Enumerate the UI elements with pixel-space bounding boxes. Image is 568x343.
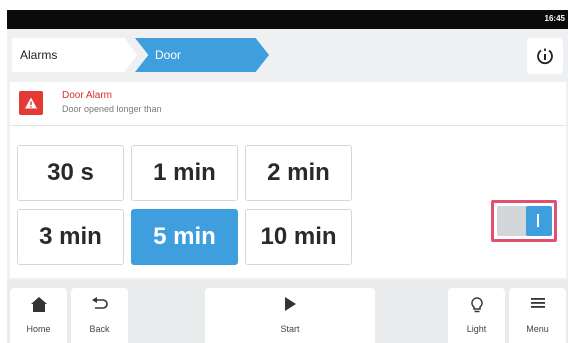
home-icon bbox=[30, 297, 47, 312]
back-icon bbox=[91, 297, 108, 309]
light-label: Light bbox=[466, 324, 487, 334]
toggle-knob bbox=[526, 206, 552, 236]
play-icon bbox=[285, 297, 296, 311]
warning-icon bbox=[19, 91, 43, 115]
alarm-title: Door Alarm bbox=[62, 90, 113, 101]
breadcrumb-item-alarms[interactable]: Alarms bbox=[12, 38, 137, 72]
status-bar: 16:45 bbox=[7, 10, 568, 29]
menu-label: Menu bbox=[526, 324, 549, 334]
alarm-info-row: Door Alarm Door opened longer than bbox=[10, 82, 566, 126]
home-label: Home bbox=[26, 324, 51, 334]
alarm-enable-toggle[interactable] bbox=[497, 206, 552, 236]
start-label: Start bbox=[280, 324, 300, 334]
info-button[interactable] bbox=[527, 38, 563, 74]
home-button[interactable]: Home bbox=[10, 288, 67, 343]
back-label: Back bbox=[89, 324, 110, 334]
duration-button-5min[interactable]: 5 min bbox=[131, 209, 238, 265]
start-button[interactable]: Start bbox=[205, 288, 375, 343]
duration-button-2min[interactable]: 2 min bbox=[245, 145, 352, 201]
alarm-settings-panel: Door Alarm Door opened longer than 30 s … bbox=[10, 82, 566, 278]
bottom-nav-bar: Home Back Start Light Menu bbox=[7, 280, 568, 343]
breadcrumb: Alarms Door bbox=[7, 29, 568, 82]
menu-button[interactable]: Menu bbox=[509, 288, 566, 343]
duration-button-1min[interactable]: 1 min bbox=[131, 145, 238, 201]
clock: 16:45 bbox=[544, 14, 565, 23]
duration-button-3min[interactable]: 3 min bbox=[17, 209, 124, 265]
breadcrumb-label-alarms: Alarms bbox=[20, 48, 58, 62]
light-button[interactable]: Light bbox=[448, 288, 505, 343]
main-screen: Alarms Door Door Alarm Door opened longe… bbox=[7, 29, 568, 280]
alarm-description: Door opened longer than bbox=[62, 104, 162, 114]
duration-button-10min[interactable]: 10 min bbox=[245, 209, 352, 265]
back-button[interactable]: Back bbox=[71, 288, 128, 343]
breadcrumb-item-door[interactable]: Door bbox=[135, 38, 269, 72]
menu-icon bbox=[530, 298, 545, 308]
info-icon bbox=[537, 48, 553, 65]
duration-button-30s[interactable]: 30 s bbox=[17, 145, 124, 201]
breadcrumb-label-door: Door bbox=[155, 48, 182, 62]
lightbulb-icon bbox=[470, 297, 483, 313]
